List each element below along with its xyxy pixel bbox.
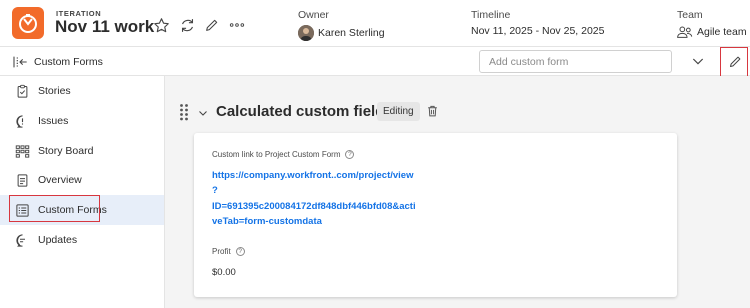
section-collapse-chevron-icon[interactable]	[197, 106, 209, 118]
owner-name: Karen Sterling	[318, 27, 385, 39]
info-icon[interactable]: ?	[345, 150, 355, 159]
team-label: Team	[677, 9, 703, 21]
custom-link-line-3[interactable]: ID=691395c200084172df848dbf446bfd08&acti	[212, 201, 416, 212]
team-name: Agile team	[697, 26, 747, 38]
custom-link-line-2[interactable]: ?	[212, 185, 218, 196]
chat-bubble-icon	[14, 232, 30, 248]
drag-handle-icon[interactable]	[179, 103, 189, 121]
sidebar-item-label: Updates	[38, 234, 78, 246]
profit-value: $0.00	[212, 267, 236, 278]
avatar	[298, 25, 314, 41]
sidebar-item-issues[interactable]: Issues	[0, 106, 164, 136]
add-custom-form-input[interactable]	[479, 50, 672, 73]
custom-link-line-4[interactable]: veTab=form-customdata	[212, 216, 322, 227]
iteration-logo-icon	[19, 14, 37, 33]
board-grid-icon	[14, 143, 30, 159]
section-title: Calculated custom fields	[216, 103, 393, 120]
team-icon	[677, 26, 693, 38]
sidebar-item-label: Overview	[38, 174, 82, 186]
more-options-icon[interactable]	[228, 16, 246, 34]
refresh-icon[interactable]	[178, 16, 196, 34]
field-label-text: Profit	[212, 247, 231, 256]
trash-icon[interactable]	[426, 104, 439, 118]
custom-link-field-label: Custom link to Project Custom Form ?	[212, 150, 355, 159]
workfront-logo	[12, 7, 44, 39]
edit-button-highlight	[720, 47, 748, 77]
custom-link-line-1[interactable]: https://company.workfront..com/project/v…	[212, 170, 413, 181]
timeline-label: Timeline	[471, 9, 511, 21]
sidebar-item-label: Issues	[38, 115, 69, 127]
clipboard-icon	[14, 83, 30, 99]
sidebar-item-updates[interactable]: Updates	[0, 225, 164, 255]
page-title: Nov 11 work	[55, 17, 155, 36]
owner-label: Owner	[298, 9, 329, 21]
document-icon	[14, 172, 30, 188]
team-value[interactable]: Agile team	[677, 25, 747, 39]
left-nav: Stories Issues Story Board Overview Cust…	[0, 76, 165, 308]
edit-pencil-icon[interactable]	[203, 16, 221, 34]
owner-value[interactable]: Karen Sterling	[298, 25, 385, 41]
field-label-text: Custom link to Project Custom Form	[212, 150, 341, 159]
info-icon[interactable]: ?	[235, 247, 245, 256]
issue-bubble-icon	[14, 113, 30, 129]
sidebar-item-story-board[interactable]: Story Board	[0, 136, 164, 166]
sidebar-item-label: Story Board	[38, 145, 94, 157]
sidebar-item-overview[interactable]: Overview	[0, 165, 164, 195]
sidebar-item-stories[interactable]: Stories	[0, 76, 164, 106]
profit-field-label: Profit ?	[212, 247, 245, 256]
chevron-down-icon[interactable]	[690, 53, 706, 69]
star-icon[interactable]	[152, 16, 170, 34]
app-header: ITERATION Nov 11 work Owner Karen Sterli…	[0, 0, 750, 47]
custom-forms-highlight	[9, 195, 100, 222]
collapse-panel-icon[interactable]	[12, 54, 28, 70]
status-badge: Editing	[377, 102, 420, 121]
sidebar-item-label: Stories	[38, 85, 71, 97]
panel-title: Custom Forms	[34, 56, 103, 68]
timeline-value: Nov 11, 2025 - Nov 25, 2025	[471, 25, 605, 37]
